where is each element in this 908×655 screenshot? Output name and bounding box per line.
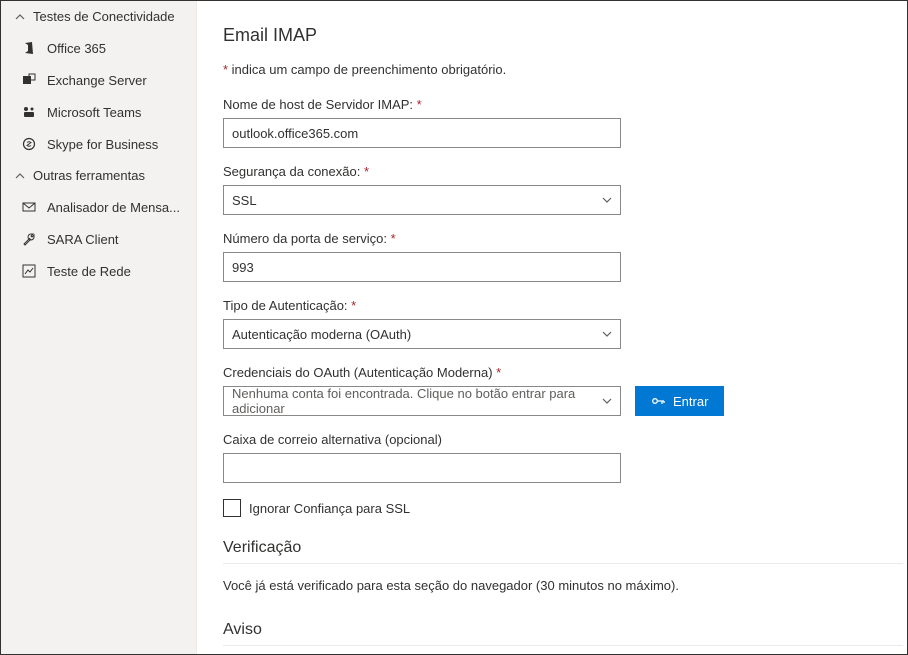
required-note-text: indica um campo de preenchimento obrigat… (232, 62, 507, 77)
notice-heading: Aviso (223, 621, 903, 646)
chevron-up-icon (13, 12, 27, 22)
sidebar-item-network-test[interactable]: Teste de Rede (1, 255, 196, 287)
wrench-icon (21, 231, 37, 247)
chevron-down-icon (602, 195, 612, 205)
sidebar-item-exchange[interactable]: Exchange Server (1, 64, 196, 96)
sidebar-item-label: Skype for Business (47, 137, 158, 152)
field-label: Número da porta de serviço: * (223, 231, 907, 246)
field-security: Segurança da conexão: * SSL (223, 164, 907, 215)
field-oauth: Credenciais do OAuth (Autenticação Moder… (223, 365, 907, 416)
chevron-down-icon (602, 396, 612, 406)
skype-icon (21, 136, 37, 152)
sidebar-group-label: Testes de Conectividade (33, 9, 175, 24)
sidebar-item-label: Exchange Server (47, 73, 147, 88)
envelope-icon (21, 199, 37, 215)
port-input[interactable] (223, 252, 621, 282)
sidebar-item-skype[interactable]: Skype for Business (1, 128, 196, 160)
host-input[interactable] (223, 118, 621, 148)
security-select[interactable]: SSL (223, 185, 621, 215)
field-altmailbox: Caixa de correio alternativa (opcional) (223, 432, 907, 483)
sidebar-item-office365[interactable]: Office 365 (1, 32, 196, 64)
field-label: Nome de host de Servidor IMAP: * (223, 97, 907, 112)
select-value: SSL (232, 193, 257, 208)
key-icon (651, 394, 665, 408)
field-label: Credenciais do OAuth (Autenticação Moder… (223, 365, 907, 380)
field-host: Nome de host de Servidor IMAP: * (223, 97, 907, 148)
chevron-down-icon (602, 329, 612, 339)
page-title: Email IMAP (223, 25, 907, 46)
signin-button-label: Entrar (673, 394, 708, 409)
select-value: Autenticação moderna (OAuth) (232, 327, 411, 342)
auth-select[interactable]: Autenticação moderna (OAuth) (223, 319, 621, 349)
main-content: Email IMAP * indica um campo de preenchi… (197, 1, 907, 654)
field-label: Segurança da conexão: * (223, 164, 907, 179)
chevron-up-icon (13, 171, 27, 181)
asterisk: * (223, 62, 232, 77)
sidebar-item-label: Microsoft Teams (47, 105, 141, 120)
required-note: * indica um campo de preenchimento obrig… (223, 62, 907, 77)
sidebar-item-sara[interactable]: SARA Client (1, 223, 196, 255)
sidebar-group-othertools[interactable]: Outras ferramentas (1, 160, 196, 191)
sidebar-item-label: Office 365 (47, 41, 106, 56)
verification-heading: Verificação (223, 539, 903, 564)
field-label: Tipo de Autenticação: * (223, 298, 907, 313)
field-port: Número da porta de serviço: * (223, 231, 907, 282)
sidebar-item-message-analyzer[interactable]: Analisador de Mensa... (1, 191, 196, 223)
sidebar-group-label: Outras ferramentas (33, 168, 145, 183)
sidebar-item-teams[interactable]: Microsoft Teams (1, 96, 196, 128)
oauth-account-select[interactable]: Nenhuma conta foi encontrada. Clique no … (223, 386, 621, 416)
chart-icon (21, 263, 37, 279)
signin-button[interactable]: Entrar (635, 386, 724, 416)
verification-text: Você já está verificado para esta seção … (223, 578, 907, 593)
ignore-ssl-checkbox[interactable] (223, 499, 241, 517)
field-ignore-ssl: Ignorar Confiança para SSL (223, 499, 907, 517)
select-placeholder: Nenhuma conta foi encontrada. Clique no … (232, 386, 602, 416)
teams-icon (21, 104, 37, 120)
sidebar-item-label: Teste de Rede (47, 264, 131, 279)
exchange-icon (21, 72, 37, 88)
sidebar: Testes de Conectividade Office 365 Excha… (1, 1, 197, 654)
checkbox-label[interactable]: Ignorar Confiança para SSL (249, 501, 410, 516)
office-icon (21, 40, 37, 56)
altmailbox-input[interactable] (223, 453, 621, 483)
field-label: Caixa de correio alternativa (opcional) (223, 432, 907, 447)
sidebar-item-label: SARA Client (47, 232, 119, 247)
sidebar-group-connectivity[interactable]: Testes de Conectividade (1, 1, 196, 32)
field-auth: Tipo de Autenticação: * Autenticação mod… (223, 298, 907, 349)
sidebar-item-label: Analisador de Mensa... (47, 200, 180, 215)
